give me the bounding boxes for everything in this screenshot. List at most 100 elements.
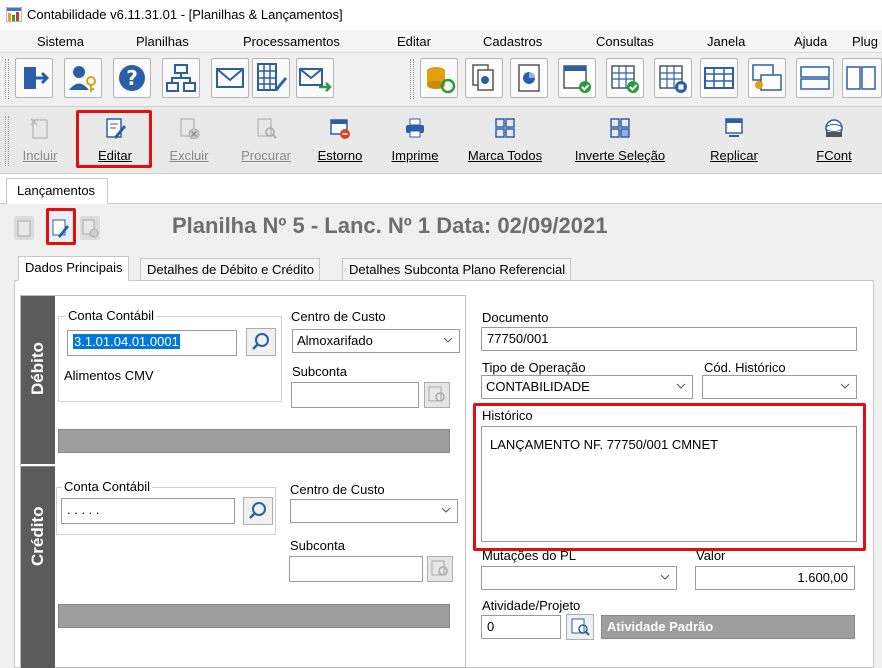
user-key-button[interactable]	[64, 58, 102, 98]
credito-subconta-label: Subconta	[290, 538, 345, 553]
credito-subconta-input[interactable]	[289, 556, 423, 582]
debito-subconta-label: Subconta	[292, 364, 347, 379]
credito-conta-search-button[interactable]	[243, 497, 273, 525]
menu-sistema[interactable]: Sistema	[37, 34, 84, 49]
menu-ajuda[interactable]: Ajuda	[794, 34, 827, 49]
menu-cadastros[interactable]: Cadastros	[483, 34, 542, 49]
debito-centro-value: Almoxarifado	[297, 333, 373, 348]
cod-historico-select[interactable]	[702, 375, 857, 399]
table-view-icon	[704, 67, 734, 89]
credito-centro-label: Centro de Custo	[290, 482, 385, 497]
windows-tile-icon	[800, 66, 830, 90]
valor-input[interactable]: 1.600,00	[695, 566, 855, 590]
mini-delete-icon	[82, 219, 99, 238]
fcont-globe-icon	[825, 119, 843, 137]
menu-consultas[interactable]: Consultas	[596, 34, 654, 49]
help-button[interactable]: ?	[113, 58, 151, 98]
debito-description-bar	[58, 429, 450, 453]
org-chart-button[interactable]	[162, 58, 200, 98]
debito-subconta-button[interactable]	[424, 382, 450, 408]
exit-button[interactable]	[15, 58, 53, 98]
mail-send-button[interactable]	[296, 58, 334, 98]
marca-todos-label: Marca Todos	[467, 148, 543, 163]
copy-pages-button[interactable]	[465, 58, 503, 98]
user-key-icon	[69, 66, 96, 92]
tab-lancamentos[interactable]: Lançamentos	[6, 178, 108, 204]
imprime-label: Imprime	[391, 148, 439, 163]
credito-subconta-button[interactable]	[427, 556, 453, 582]
fcont-label: FCont	[816, 148, 852, 163]
debito-conta-description: Alimentos CMV	[64, 368, 154, 383]
calendar-stop-button[interactable]	[654, 58, 692, 98]
menu-janela[interactable]: Janela	[707, 34, 745, 49]
document-tab-bar	[0, 174, 882, 204]
cod-historico-label: Cód. Histórico	[704, 360, 786, 375]
debito-subconta-input[interactable]	[291, 382, 419, 408]
incluir-button[interactable]: Incluir	[16, 111, 64, 169]
toolbar-grip[interactable]	[5, 116, 9, 166]
mail-send-icon	[299, 68, 332, 92]
menu-planilhas[interactable]: Planilhas	[136, 34, 189, 49]
mail-icon	[216, 68, 244, 88]
marca-todos-button[interactable]: Marca Todos	[462, 111, 548, 169]
pie-report-button[interactable]	[510, 58, 548, 98]
documento-input[interactable]: 77750/001	[481, 327, 857, 351]
toolbar-grip[interactable]	[410, 59, 414, 99]
mini-add-button[interactable]	[14, 216, 34, 240]
table-view-button[interactable]	[700, 58, 738, 98]
calendar-grid-check-icon	[611, 65, 639, 93]
debito-centro-select[interactable]: Almoxarifado	[292, 329, 460, 353]
subtab-detalhes-debito-credito[interactable]: Detalhes de Débito e Crédito	[140, 258, 320, 281]
subtab-detalhes-subconta[interactable]: Detalhes Subconta Plano Referencial	[342, 258, 572, 281]
spreadsheet-edit-button[interactable]	[252, 58, 290, 98]
calendar-check-icon	[563, 65, 591, 93]
inverte-selecao-button[interactable]: Inverte Seleção	[568, 111, 672, 169]
menu-processamentos[interactable]: Processamentos	[243, 34, 340, 49]
excluir-label: Excluir	[169, 148, 209, 163]
windows-tile-button[interactable]	[796, 58, 834, 98]
windows-cascade-button[interactable]	[748, 58, 786, 98]
chevron-down-icon	[441, 507, 451, 513]
spreadsheet-edit-icon	[257, 63, 287, 91]
windows-vertical-button[interactable]	[842, 58, 882, 98]
tipo-operacao-select[interactable]: CONTABILIDADE	[481, 375, 693, 399]
subtab-dados-principais[interactable]: Dados Principais	[18, 256, 129, 281]
menu-editar[interactable]: Editar	[397, 34, 431, 49]
credito-centro-select[interactable]	[290, 499, 458, 523]
mail-button[interactable]	[211, 58, 249, 98]
select-all-icon	[495, 118, 515, 138]
imprime-button[interactable]: Imprime	[386, 111, 444, 169]
tipo-operacao-value: CONTABILIDADE	[486, 379, 590, 394]
search-icon	[252, 333, 269, 350]
chevron-down-icon	[676, 383, 686, 389]
mini-delete-button[interactable]	[80, 216, 100, 240]
add-document-icon	[30, 118, 48, 139]
windows-vertical-icon	[846, 66, 876, 90]
debito-label: Débito	[28, 342, 47, 395]
credito-conta-input[interactable]: . . . . .	[61, 498, 235, 524]
mutacoes-select[interactable]	[481, 566, 677, 590]
estorno-button[interactable]: Estorno	[312, 111, 368, 169]
estorno-label: Estorno	[317, 148, 363, 163]
tipo-operacao-label: Tipo de Operação	[482, 360, 586, 375]
toolbar-grip[interactable]	[5, 59, 9, 99]
printer-icon	[406, 118, 424, 138]
procurar-button[interactable]: Procurar	[234, 111, 298, 169]
fcont-button[interactable]: FCont	[806, 111, 862, 169]
menu-plug[interactable]: Plug	[852, 34, 878, 49]
atividade-description: Atividade Padrão	[601, 615, 855, 639]
calendar-check-button[interactable]	[558, 58, 596, 98]
credito-description-bar	[58, 604, 450, 628]
debito-conta-input[interactable]: 3.1.01.04.01.0001	[67, 330, 237, 356]
coins-refresh-icon	[427, 67, 456, 94]
atividade-input[interactable]: 0	[481, 615, 561, 639]
excluir-button[interactable]: Excluir	[164, 111, 214, 169]
atividade-search-button[interactable]	[566, 614, 594, 640]
calendar-grid-check-button[interactable]	[606, 58, 644, 98]
replicar-button[interactable]: Replicar	[702, 111, 766, 169]
window-title: Contabilidade v6.11.31.01 - [Planilhas &…	[27, 7, 343, 22]
menu-bar	[0, 30, 882, 52]
debito-conta-search-button[interactable]	[246, 328, 276, 356]
delete-document-icon	[180, 118, 200, 139]
coins-refresh-button[interactable]	[420, 58, 458, 98]
